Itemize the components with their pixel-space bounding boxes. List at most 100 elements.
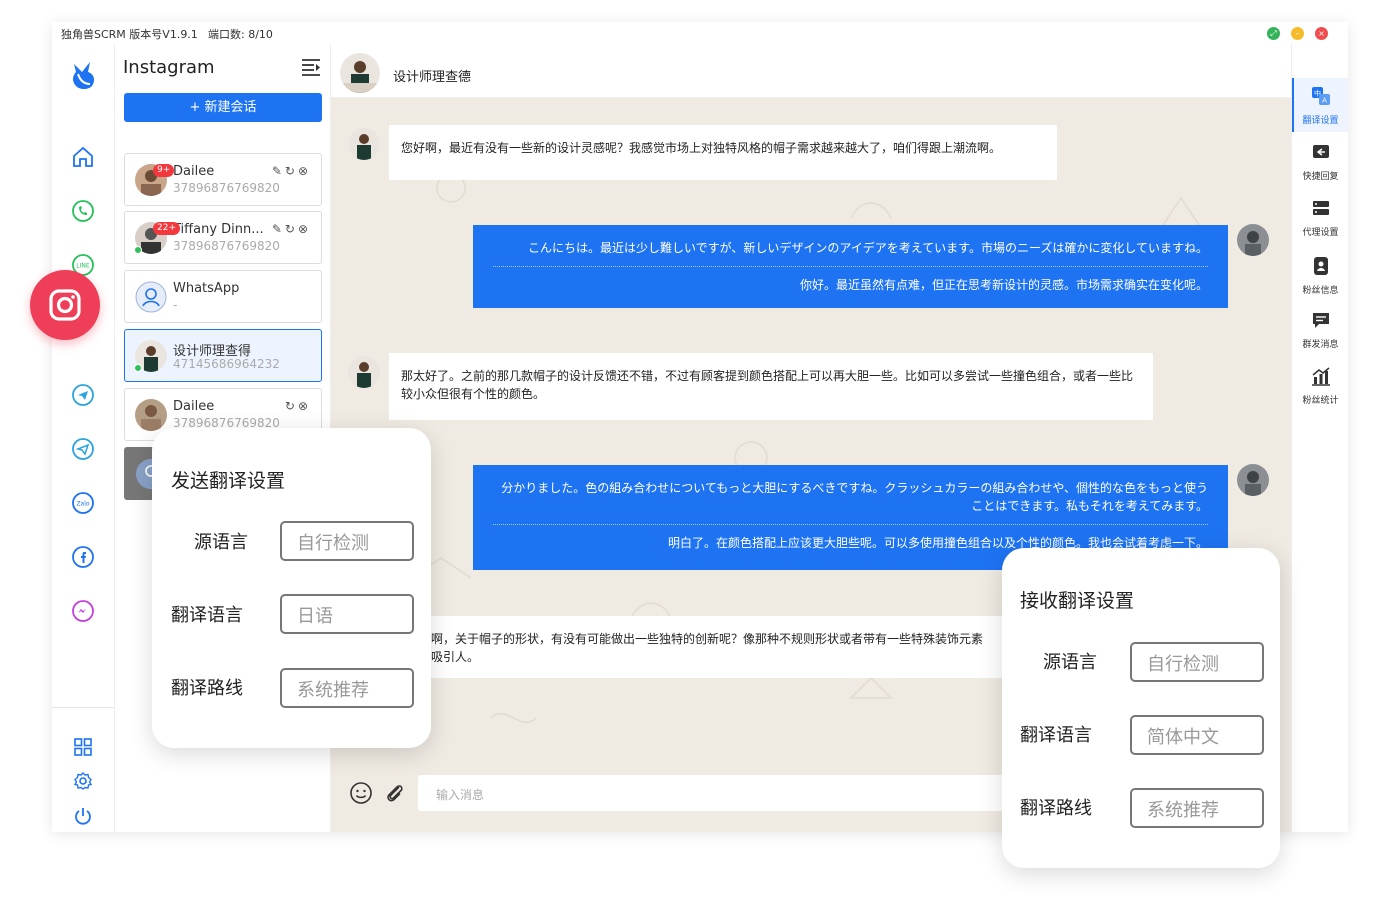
my-avatar <box>1237 224 1269 256</box>
contact-item[interactable]: 9+ Dailee 37896876769820 ✎↻⊗ <box>124 153 322 206</box>
receive-source-language-select[interactable]: 自行检测 <box>1130 642 1264 682</box>
gear-icon[interactable] <box>70 768 96 794</box>
tool-fan-info[interactable]: 粉丝信息 <box>1292 248 1348 302</box>
attachment-icon[interactable] <box>383 781 407 805</box>
menu-collapse-icon[interactable] <box>301 58 321 76</box>
message-text: 啊，关于帽子的形状，有没有可能做出一些独特的创新呢？像那种不规则形状或者带有一些… <box>431 632 984 646</box>
unread-badge: 9+ <box>153 164 175 177</box>
zalo-icon-text: Zalo <box>76 501 89 508</box>
edit-icon[interactable]: ✎ <box>272 222 285 236</box>
avatar <box>135 281 167 313</box>
send-route-select[interactable]: 系统推荐 <box>280 668 414 708</box>
messenger-icon[interactable] <box>70 598 96 624</box>
tool-fan-stats[interactable]: 粉丝统计 <box>1292 358 1348 412</box>
contact-name: Dailee <box>173 399 215 414</box>
instagram-platform-button[interactable] <box>30 270 100 340</box>
whatsapp-icon[interactable] <box>70 198 96 224</box>
tool-broadcast[interactable]: 群发消息 <box>1292 302 1348 356</box>
tool-translation-settings[interactable]: 中A 翻译设置 <box>1292 78 1348 132</box>
tool-label: 粉丝信息 <box>1302 286 1339 296</box>
refresh-icon[interactable]: ↻ <box>285 222 298 236</box>
send-translation-title: 发送翻译设置 <box>171 470 286 492</box>
svg-text:A: A <box>1322 97 1327 105</box>
home-icon[interactable] <box>70 144 96 170</box>
send-target-language-select[interactable]: 日语 <box>280 594 414 634</box>
contact-actions: ✎↻⊗ <box>272 222 311 236</box>
contact-item-active[interactable]: 设计师理查得 47145686964232 <box>124 329 322 382</box>
message-avatar <box>348 356 380 388</box>
remove-icon[interactable]: ⊗ <box>298 399 311 413</box>
telegram-business-icon[interactable] <box>70 436 96 462</box>
contact-item[interactable]: 22+ Tiffany Dinn... 37896876769820 ✎↻⊗ <box>124 211 322 264</box>
receive-target-language-select[interactable]: 简体中文 <box>1130 715 1264 755</box>
tool-label: 翻译设置 <box>1302 116 1339 126</box>
refresh-icon[interactable]: ↻ <box>285 399 298 413</box>
message-incoming[interactable]: 您好啊，最近有没有一些新的设计灵感呢？我感觉市场上对独特风格的帽子需求越来越大了… <box>389 125 1057 180</box>
broadcast-message-icon <box>1312 313 1329 328</box>
quick-reply-icon <box>1312 145 1329 158</box>
close-button[interactable]: × <box>1315 27 1328 40</box>
avatar <box>135 399 167 431</box>
facebook-icon[interactable] <box>70 544 96 570</box>
my-avatar <box>1237 464 1269 496</box>
contact-name: Tiffany Dinn... <box>173 222 264 237</box>
server-icon <box>1312 201 1329 215</box>
send-source-language-select[interactable]: 自行检测 <box>280 521 414 561</box>
message-text: 您好啊，最近有没有一些新的设计灵感呢？我感觉市场上对独特风格的帽子需求越来越大了… <box>401 141 1002 155</box>
platform-rail: LINE Zalo <box>52 44 114 832</box>
online-indicator <box>134 246 142 254</box>
source-language-label: 源语言 <box>194 532 248 553</box>
route-label: 翻译路线 <box>171 678 243 699</box>
message-outgoing[interactable]: こんにちは。最近は少し難しいですが、新しいデザインのアイデアを考えています。市場… <box>473 225 1228 308</box>
message-text: こんにちは。最近は少し難しいですが、新しいデザインのアイデアを考えています。市場… <box>527 241 1208 255</box>
receive-translation-card: 接收翻译设置 源语言 自行检测 翻译语言 简体中文 翻译路线 系统推荐 <box>1002 548 1280 868</box>
tool-label: 粉丝统计 <box>1302 396 1339 406</box>
maximize-button[interactable]: ⤢ <box>1267 27 1280 40</box>
contact-number: - <box>173 298 178 312</box>
receive-translation-title: 接收翻译设置 <box>1020 590 1135 612</box>
app-title: 独角兽SCRM 版本号V1.9.1 <box>61 28 198 41</box>
telegram-icon[interactable] <box>70 382 96 408</box>
new-chat-button[interactable]: + 新建会话 <box>124 93 322 122</box>
translation-divider <box>493 266 1208 267</box>
contact-name: Dailee <box>173 164 215 179</box>
tool-quick-reply[interactable]: 快捷回复 <box>1292 134 1348 188</box>
chat-header: 设计师理查德 <box>331 44 1291 98</box>
stats-chart-icon <box>1311 367 1330 386</box>
message-text: 那太好了。之前的那几款帽子的设计反馈还不错，不过有顾客提到颜色搭配上可以再大胆一… <box>401 369 1134 401</box>
source-language-label: 源语言 <box>1043 652 1097 673</box>
send-translation-card: 发送翻译设置 源语言 自行检测 翻译语言 日语 翻译路线 系统推荐 <box>152 428 431 748</box>
tool-proxy-settings[interactable]: 代理设置 <box>1292 190 1348 244</box>
emoji-icon[interactable] <box>349 781 373 805</box>
translate-icon: 中A <box>1311 87 1330 105</box>
tools-panel: 中A 翻译设置 快捷回复 代理设置 粉丝信息 群发消息 粉丝统计 <box>1291 44 1348 832</box>
zalo-icon[interactable]: Zalo <box>70 490 96 516</box>
contact-item[interactable]: WhatsApp - <box>124 270 322 323</box>
chat-avatar[interactable] <box>340 53 380 93</box>
contact-card-icon <box>1313 257 1328 275</box>
power-icon[interactable] <box>70 803 96 829</box>
target-language-label: 翻译语言 <box>1020 725 1092 746</box>
tool-label: 代理设置 <box>1302 228 1339 238</box>
contact-actions: ↻⊗ <box>285 399 311 413</box>
remove-icon[interactable]: ⊗ <box>298 164 311 178</box>
message-incoming[interactable]: 啊，关于帽子的形状，有没有可能做出一些独特的创新呢？像那种不规则形状或者带有一些… <box>389 616 1079 678</box>
receive-route-select[interactable]: 系统推荐 <box>1130 788 1264 828</box>
instagram-icon <box>49 289 81 321</box>
title-bar: 独角兽SCRM 版本号V1.9.1 端口数: 8/10 ⤢ – × <box>52 22 1348 44</box>
minimize-button[interactable]: – <box>1291 27 1304 40</box>
port-count: 端口数: 8/10 <box>208 28 273 41</box>
edit-icon[interactable]: ✎ <box>272 164 285 178</box>
grid-icon[interactable] <box>70 734 96 760</box>
message-avatar <box>348 128 380 160</box>
contact-number: 37896876769820 <box>173 181 280 195</box>
line-icon-text: LINE <box>76 263 90 270</box>
contact-name: WhatsApp <box>173 281 240 296</box>
message-text: 分かりました。色の組み合わせについてもっと大胆にするべきですね。クラッシュカラー… <box>501 481 1208 513</box>
refresh-icon[interactable]: ↻ <box>285 164 298 178</box>
rail-divider <box>52 707 114 708</box>
message-incoming[interactable]: 那太好了。之前的那几款帽子的设计反馈还不错，不过有顾客提到颜色搭配上可以再大胆一… <box>389 353 1153 420</box>
remove-icon[interactable]: ⊗ <box>298 222 311 236</box>
svg-text:中: 中 <box>1314 89 1321 98</box>
route-label: 翻译路线 <box>1020 798 1092 819</box>
